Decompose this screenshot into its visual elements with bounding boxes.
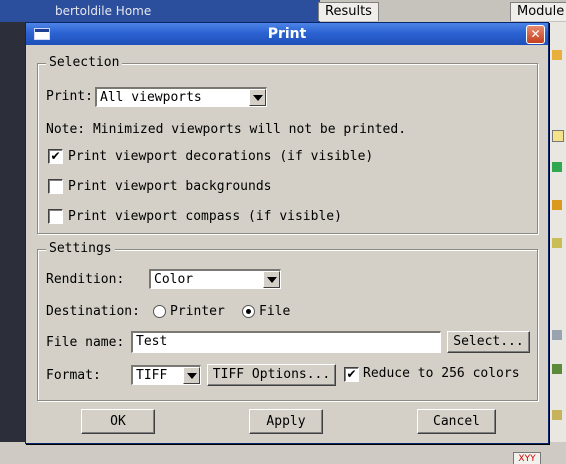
file-radio[interactable]: [242, 305, 255, 318]
selection-group-label: Selection: [46, 55, 123, 70]
reduce-colors-label[interactable]: Reduce to 256 colors: [363, 366, 520, 381]
selection-group: Selection Print: All viewports Note: Min…: [37, 55, 538, 234]
toolbox-icon[interactable]: [552, 364, 562, 374]
backgrounds-checkbox[interactable]: [48, 179, 63, 194]
ok-button[interactable]: OK: [81, 409, 155, 434]
toolbox-icon[interactable]: [552, 50, 562, 60]
xy-badge[interactable]: XYY: [513, 452, 541, 464]
file-name-label: File name:: [46, 335, 125, 350]
printer-radio[interactable]: [153, 305, 166, 318]
format-label: Format:: [46, 368, 101, 383]
reduce-colors-checkbox[interactable]: ✔: [344, 367, 359, 382]
file-name-input[interactable]: Test: [131, 331, 441, 353]
printer-radio-label[interactable]: Printer: [170, 304, 225, 319]
dialog-title: Print: [267, 26, 307, 42]
chevron-down-icon[interactable]: [249, 89, 266, 106]
toolbox-icon[interactable]: [552, 162, 562, 172]
toolbox-icon[interactable]: [552, 200, 562, 210]
tiff-options-button[interactable]: TIFF Options...: [207, 364, 336, 386]
background-window-titlebar: bertoldile Home: [0, 0, 320, 22]
close-button[interactable]: ✕: [526, 25, 545, 44]
chevron-down-icon[interactable]: [183, 367, 200, 384]
tab-results[interactable]: Results: [318, 2, 379, 21]
print-dropdown[interactable]: All viewports: [95, 87, 267, 107]
decorations-checkbox[interactable]: ✔: [48, 149, 63, 164]
screen: bertoldile Home Results Module XYY Print…: [0, 0, 566, 464]
rendition-label: Rendition:: [46, 272, 125, 287]
settings-group: Settings Rendition: Color Destination: P…: [37, 241, 538, 401]
minimized-note: Note: Minimized viewports will not be pr…: [46, 122, 407, 137]
toolbox-icon[interactable]: [552, 130, 564, 142]
compass-label[interactable]: Print viewport compass (if visible): [68, 209, 342, 224]
destination-label: Destination:: [46, 304, 140, 319]
toolbox-icon[interactable]: [552, 238, 562, 248]
print-dropdown-value: All viewports: [100, 90, 202, 105]
rendition-dropdown-value: Color: [154, 272, 194, 287]
compass-checkbox[interactable]: [48, 209, 63, 224]
toolbox-icon[interactable]: [552, 410, 562, 420]
file-radio-label[interactable]: File: [259, 304, 290, 319]
chevron-down-icon[interactable]: [263, 271, 280, 288]
format-dropdown-value: TIFF: [136, 368, 168, 383]
dialog-titlebar[interactable]: Print ✕: [26, 23, 548, 45]
background-panel: [0, 22, 28, 442]
backgrounds-label[interactable]: Print viewport backgrounds: [68, 179, 272, 194]
apply-button[interactable]: Apply: [249, 409, 323, 434]
toolbox-icon[interactable]: [552, 330, 562, 340]
cancel-button[interactable]: Cancel: [417, 409, 496, 434]
settings-group-label: Settings: [46, 241, 115, 256]
format-dropdown[interactable]: TIFF: [131, 365, 201, 385]
background-statusbar: [0, 442, 566, 464]
select-file-button[interactable]: Select...: [447, 331, 530, 353]
rendition-dropdown[interactable]: Color: [149, 269, 281, 289]
print-dialog: Print ✕ Selection Print: All viewports N…: [25, 22, 549, 444]
decorations-label[interactable]: Print viewport decorations (if visible): [68, 149, 373, 164]
print-label: Print:: [46, 89, 93, 104]
tab-module[interactable]: Module: [510, 2, 566, 21]
background-window-title: bertoldile Home: [55, 4, 152, 18]
